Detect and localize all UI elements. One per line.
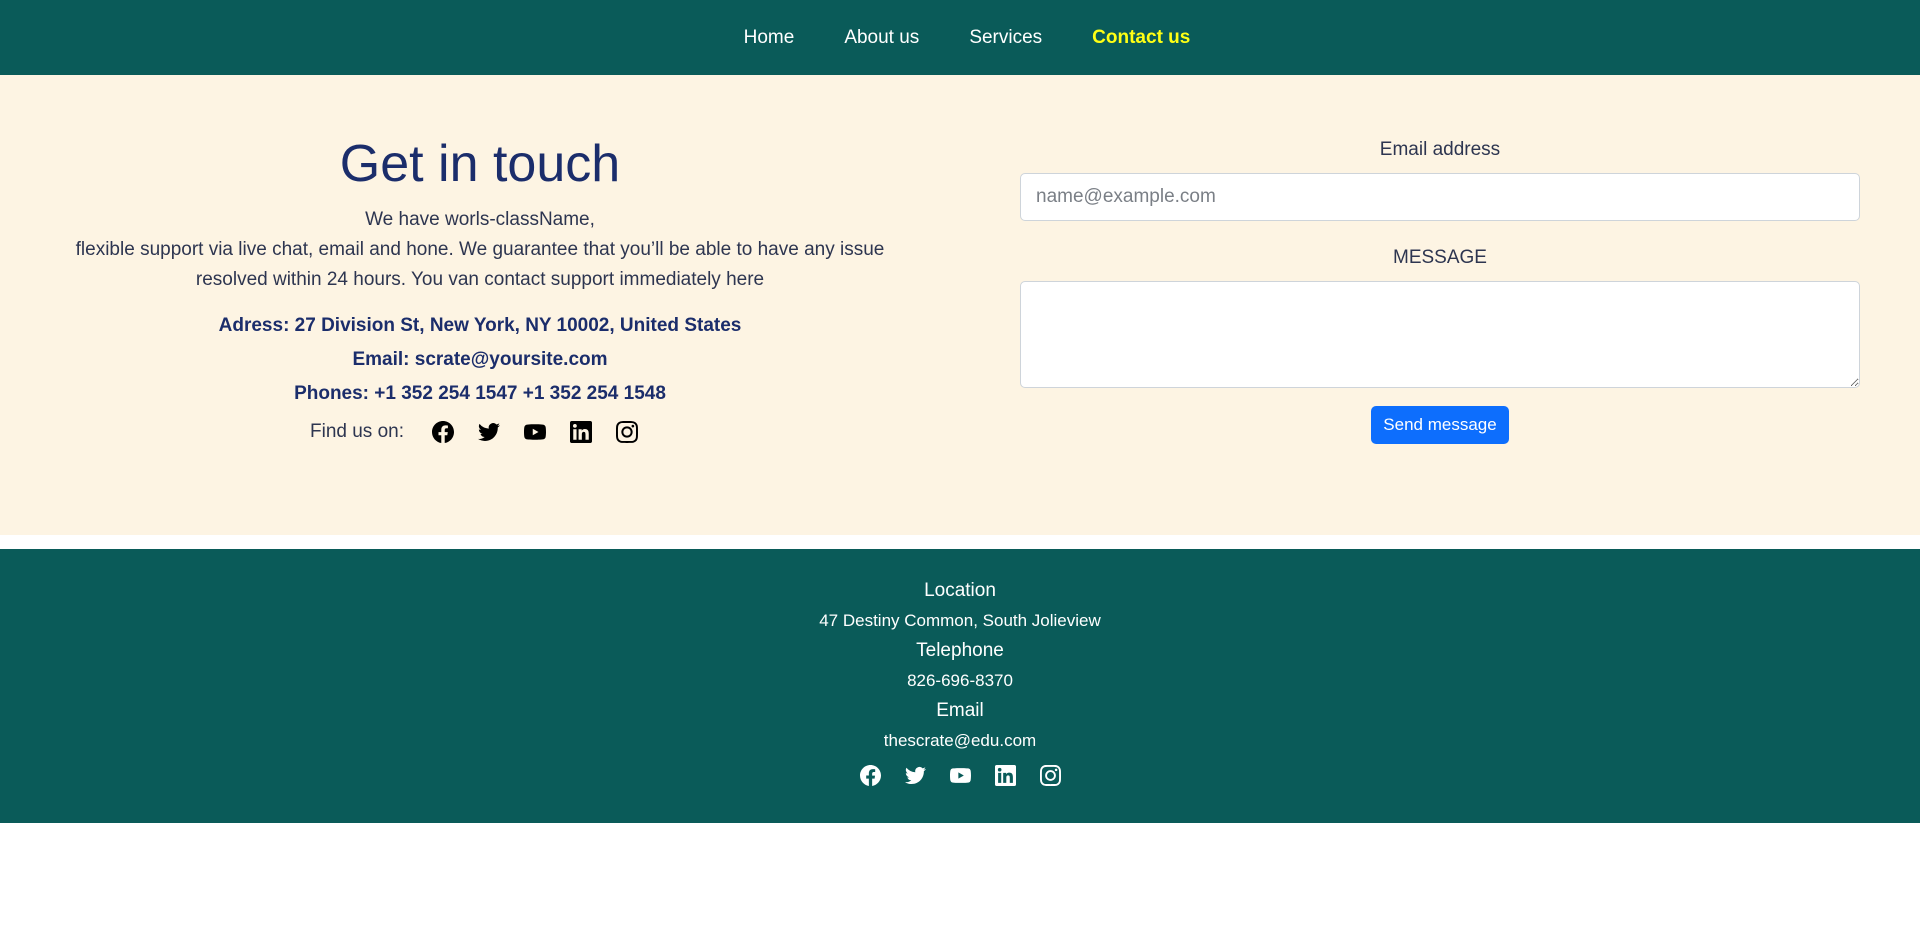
footer-email-heading: Email — [936, 700, 984, 721]
top-navbar: Home About us Services Contact us — [0, 0, 1920, 75]
phones-text: Phones: +1 352 254 1547 +1 352 254 1548 — [294, 382, 666, 404]
facebook-icon[interactable] — [859, 765, 881, 786]
find-us-row: Find us on: — [310, 420, 650, 443]
intro-line-1: We have worls-className, — [365, 208, 595, 230]
instagram-icon[interactable] — [616, 420, 638, 443]
footer-location-heading: Location — [924, 580, 996, 601]
contact-details: Adress: 27 Division St, New York, NY 100… — [219, 309, 742, 411]
email-text: Email: scrate@yoursite.com — [352, 348, 608, 370]
send-message-button[interactable]: Send message — [1371, 406, 1509, 444]
facebook-icon[interactable] — [432, 420, 454, 443]
message-textarea[interactable] — [1020, 281, 1860, 388]
footer-social-row — [848, 765, 1073, 786]
site-footer: Location 47 Destiny Common, South Joliev… — [0, 549, 1920, 823]
section-divider — [0, 535, 1920, 549]
nav-about-link[interactable]: About us — [844, 27, 919, 49]
email-label: Email address — [1379, 139, 1501, 160]
nav-links: Home About us Services Contact us — [730, 27, 1191, 49]
address-text: Adress: 27 Division St, New York, NY 100… — [218, 314, 742, 336]
page-title: Get in touch — [339, 135, 621, 193]
nav-contact-link[interactable]: Contact us — [1092, 27, 1190, 49]
instagram-icon[interactable] — [1039, 765, 1061, 786]
footer-location-value: 47 Destiny Common, South Jolieview — [819, 611, 1101, 630]
linkedin-icon[interactable] — [994, 765, 1016, 786]
message-label: MESSAGE — [1393, 247, 1487, 268]
contact-form: Email address MESSAGE Send message — [960, 75, 1920, 444]
intro-line-2: flexible support via live chat, email an… — [75, 238, 885, 290]
contact-section: Get in touch We have worls-className, fl… — [0, 75, 1920, 535]
nav-home-link[interactable]: Home — [744, 27, 795, 49]
find-us-label: Find us on: — [310, 420, 404, 442]
footer-telephone-heading: Telephone — [916, 640, 1004, 661]
twitter-icon[interactable] — [478, 421, 500, 443]
footer-email-value: thescrate@edu.com — [883, 731, 1037, 750]
linkedin-icon[interactable] — [570, 420, 592, 443]
contact-info: Get in touch We have worls-className, fl… — [0, 75, 960, 443]
email-field[interactable] — [1020, 173, 1860, 221]
footer-telephone-value: 826-696-8370 — [907, 671, 1013, 690]
youtube-icon[interactable] — [524, 421, 546, 443]
nav-services-link[interactable]: Services — [969, 27, 1042, 49]
youtube-icon[interactable] — [949, 765, 971, 786]
twitter-icon[interactable] — [904, 765, 926, 786]
